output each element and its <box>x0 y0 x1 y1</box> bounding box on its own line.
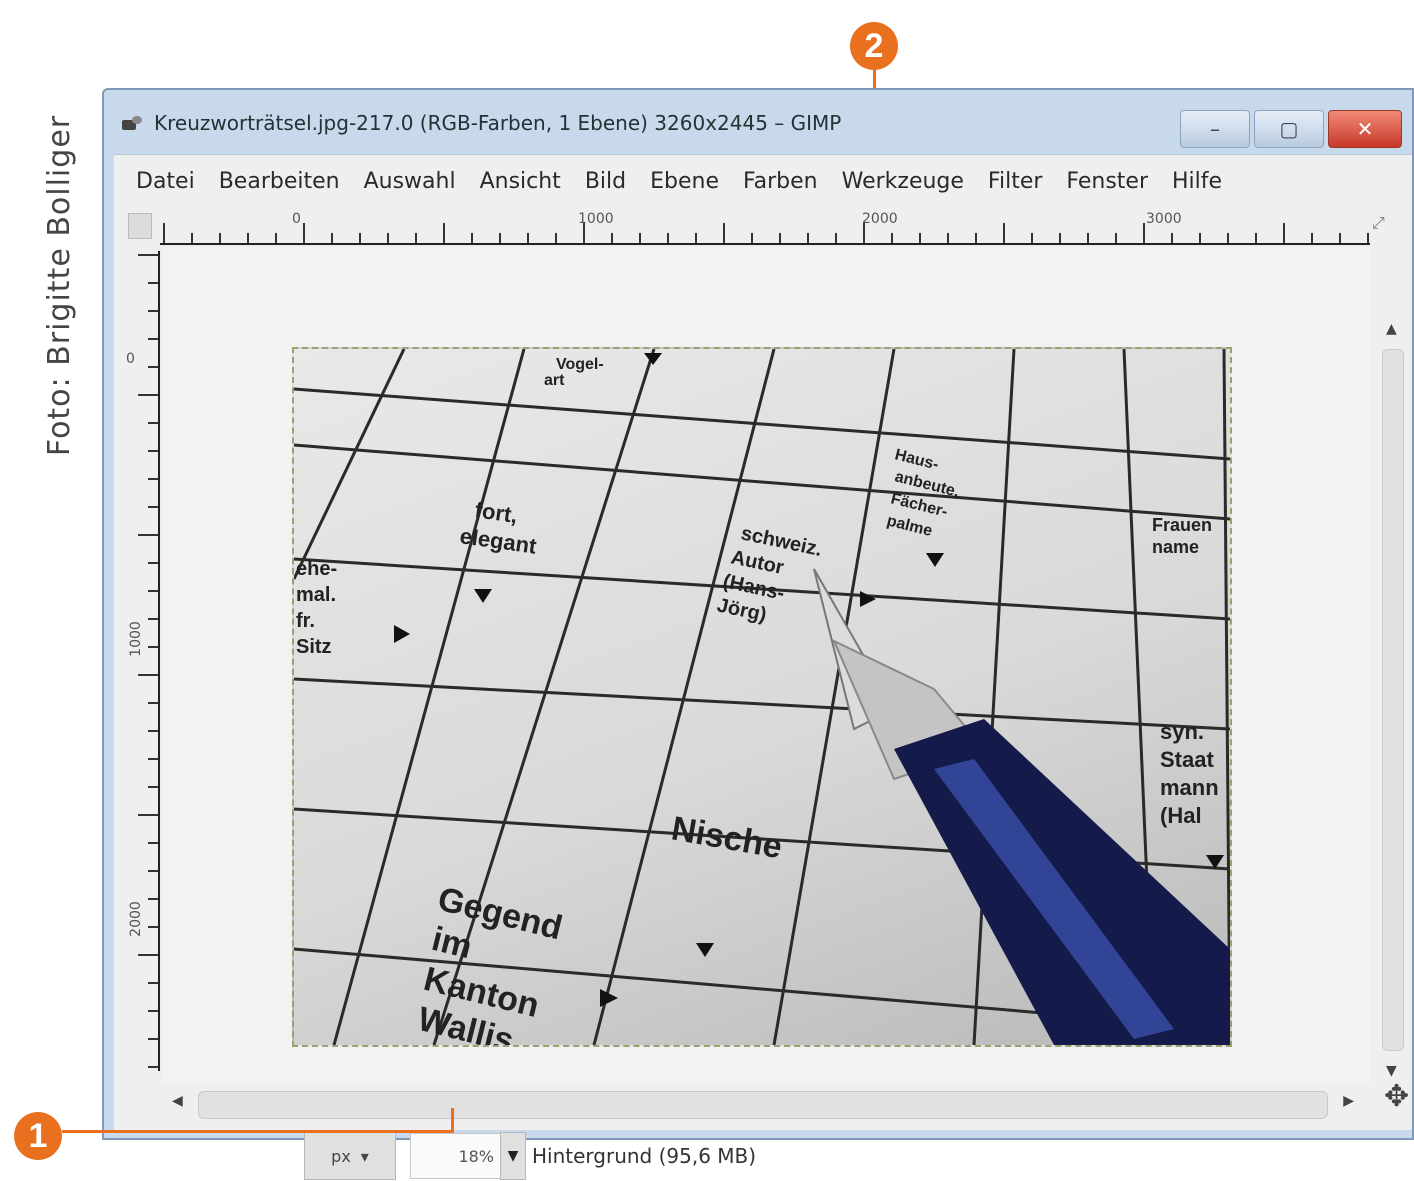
crossword-photo[interactable]: Vogel- art fort, elegant schweiz. Autor … <box>292 347 1232 1047</box>
scroll-left-icon[interactable]: ◀ <box>172 1093 183 1109</box>
crossword-clue: Nische <box>669 809 785 866</box>
horizontal-scroll-thumb[interactable] <box>198 1091 1328 1119</box>
callout-badge-dimensions: 2 <box>850 22 898 70</box>
crossword-photo-drawing: Vogel- art fort, elegant schweiz. Autor … <box>294 349 1230 1045</box>
crossword-clue: ehe- <box>296 558 337 580</box>
image-window-client: Datei Bearbeiten Auswahl Ansicht Bild Eb… <box>114 154 1412 1180</box>
menu-farben[interactable]: Farben <box>731 165 830 198</box>
photo-credit: Foto: Brigitte Bolliger <box>40 90 80 480</box>
crossword-clue: im <box>428 920 476 966</box>
title-bar[interactable]: Kreuzworträtsel.jpg-217.0 (RGB-Farben, 1… <box>118 102 1412 148</box>
horizontal-ruler[interactable]: 0 1000 2000 3000 <box>160 209 1370 245</box>
menu-hilfe[interactable]: Hilfe <box>1160 165 1234 198</box>
crossword-clue: (Hal <box>1160 803 1202 828</box>
zoom-input[interactable]: 18% <box>410 1133 500 1179</box>
gimp-window: Kreuzworträtsel.jpg-217.0 (RGB-Farben, 1… <box>102 88 1414 1180</box>
vertical-scrollbar[interactable]: ▲ ▼ <box>1374 315 1410 1085</box>
window-controls: – ▢ ✕ <box>1180 110 1402 148</box>
crossword-clue: fr. <box>296 610 315 632</box>
unit-value: px <box>331 1146 351 1166</box>
scroll-right-icon[interactable]: ▶ <box>1343 1093 1354 1109</box>
menu-werkzeuge[interactable]: Werkzeuge <box>830 165 976 198</box>
crossword-clue: Frauen <box>1152 515 1212 535</box>
ruler-h-label: 0 <box>292 211 301 227</box>
ruler-v-label: 2000 <box>127 901 144 937</box>
crossword-clue: name <box>1152 537 1199 557</box>
crossword-clue: Staat <box>1160 747 1214 772</box>
ruler-h-label: 3000 <box>1146 211 1182 227</box>
menu-bild[interactable]: Bild <box>573 165 638 198</box>
gimp-app-icon <box>118 112 146 134</box>
vertical-ruler[interactable]: 0 1000 2000 <box>124 251 160 1071</box>
chevron-down-icon: ▾ <box>360 1146 369 1166</box>
menu-datei[interactable]: Datei <box>124 165 207 198</box>
vertical-scroll-thumb[interactable] <box>1382 349 1404 1051</box>
crossword-clue: fort, <box>473 497 519 528</box>
menu-fenster[interactable]: Fenster <box>1054 165 1160 198</box>
crossword-clue: mal. <box>296 584 336 606</box>
zoom-fit-icon[interactable]: ⤢ <box>1372 213 1385 233</box>
ruler-v-label: 0 <box>126 351 135 367</box>
chevron-down-icon: ▼ <box>507 1148 519 1164</box>
callout-connector-zoom-vertical <box>451 1108 454 1133</box>
ruler-h-label: 1000 <box>578 211 614 227</box>
callout-badge-zoom: 1 <box>14 1112 62 1160</box>
crossword-clue: art <box>544 372 565 389</box>
menu-ansicht[interactable]: Ansicht <box>468 165 573 198</box>
photo-credit-text: Foto: Brigitte Bolliger <box>42 114 78 456</box>
menu-filter[interactable]: Filter <box>976 165 1054 198</box>
close-button[interactable]: ✕ <box>1328 110 1402 148</box>
status-layer-info: Hintergrund (95,6 MB) <box>532 1144 757 1168</box>
navigate-move-icon[interactable]: ✥ <box>1384 1079 1409 1114</box>
menu-ebene[interactable]: Ebene <box>638 165 731 198</box>
menu-bar: Datei Bearbeiten Auswahl Ansicht Bild Eb… <box>124 165 1234 198</box>
crossword-clue: elegant <box>458 523 538 559</box>
zoom-dropdown-button[interactable]: ▼ <box>500 1132 526 1180</box>
ruler-v-label: 1000 <box>127 621 144 657</box>
horizontal-scrollbar[interactable]: ◀ ▶ <box>158 1085 1368 1119</box>
unit-select[interactable]: px ▾ <box>304 1132 396 1180</box>
crossword-clue: Sitz <box>296 636 332 658</box>
window-title: Kreuzworträtsel.jpg-217.0 (RGB-Farben, 1… <box>154 111 842 135</box>
crossword-clue: Vogel- <box>556 356 604 373</box>
menu-auswahl[interactable]: Auswahl <box>352 165 468 198</box>
image-canvas[interactable]: Vogel- art fort, elegant schweiz. Autor … <box>162 247 1370 1083</box>
minimize-button[interactable]: – <box>1180 110 1250 148</box>
maximize-button[interactable]: ▢ <box>1254 110 1324 148</box>
callout-connector-zoom <box>62 1130 454 1133</box>
vertical-ruler-ticks <box>138 254 158 1068</box>
ruler-h-label: 2000 <box>862 211 898 227</box>
menu-bearbeiten[interactable]: Bearbeiten <box>207 165 352 198</box>
status-bar: px ▾ 18% ▼ Hintergrund (95,6 MB) <box>124 1131 1402 1181</box>
scroll-down-icon[interactable]: ▼ <box>1386 1063 1397 1079</box>
scroll-up-icon[interactable]: ▲ <box>1386 321 1397 337</box>
quick-mask-toggle[interactable] <box>128 213 152 239</box>
horizontal-ruler-ticks <box>163 223 1369 243</box>
crossword-clue: mann <box>1160 775 1219 800</box>
crossword-clue: syn. <box>1160 719 1204 744</box>
crossword-clue: palme <box>885 512 934 540</box>
